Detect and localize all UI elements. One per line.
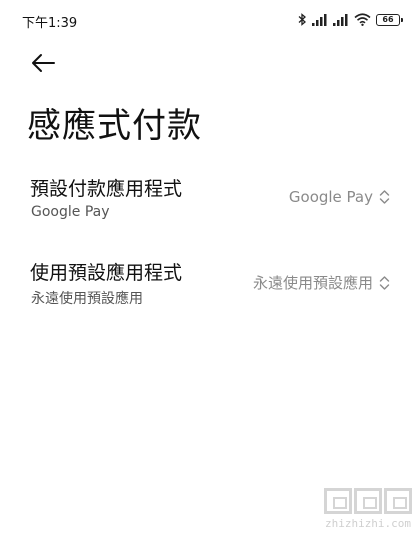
setting-value-selector[interactable]: Google Pay (289, 188, 390, 206)
status-bar: 下午1:39 66 (0, 0, 420, 42)
setting-value: 永遠使用預設應用 (252, 274, 373, 292)
watermark: zhizhizhi.com (324, 488, 412, 530)
bluetooth-icon (298, 13, 307, 26)
battery-icon: 66 (376, 13, 403, 26)
setting-title: 使用預設應用程式 (30, 262, 183, 284)
signal-icon (333, 13, 349, 26)
signal-icon (312, 13, 328, 26)
back-button[interactable] (26, 46, 60, 80)
watermark-text: zhizhizhi.com (324, 517, 412, 530)
setting-subtitle: Google Pay (31, 204, 110, 220)
use-default-app-setting[interactable]: 使用預設應用程式 永遠使用預設應用 永遠使用預設應用 (0, 258, 420, 320)
setting-title: 預設付款應用程式 (30, 178, 183, 200)
chevron-up-down-icon (379, 189, 390, 205)
setting-value-selector[interactable]: 永遠使用預設應用 (253, 272, 390, 293)
chevron-up-down-icon (379, 275, 390, 291)
status-time: 下午1:39 (22, 16, 78, 31)
default-payment-app-setting[interactable]: 預設付款應用程式 Google Pay Google Pay (0, 174, 420, 236)
status-icons: 66 (298, 13, 403, 26)
setting-subtitle: 永遠使用預設應用 (31, 291, 143, 307)
wifi-icon (354, 13, 371, 26)
page-title: 感應式付款 (27, 106, 202, 146)
watermark-logo (324, 488, 412, 514)
arrow-left-icon (32, 54, 55, 72)
setting-value: Google Pay (288, 188, 373, 206)
